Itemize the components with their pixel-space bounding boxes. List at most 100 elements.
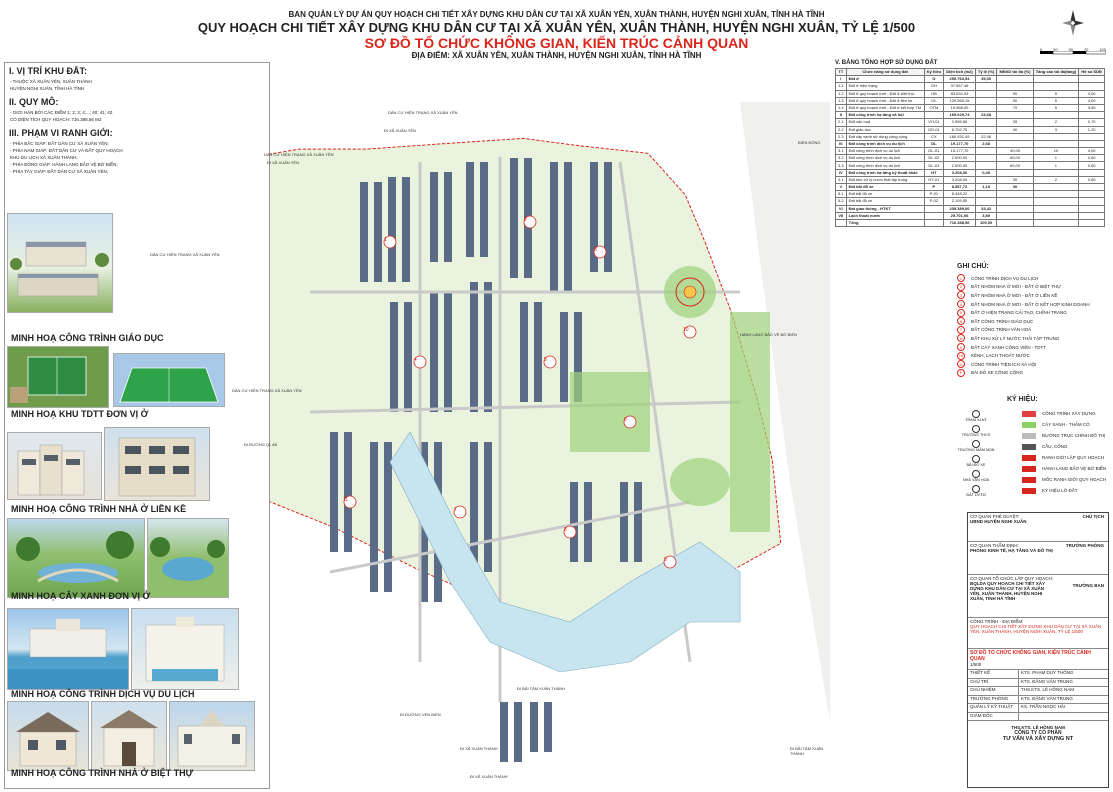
facility-label: TRƯỜNG THCS — [961, 433, 991, 437]
table-cell — [1032, 139, 1080, 149]
table-cell — [1032, 111, 1080, 120]
table-cell — [996, 139, 1034, 149]
table-cell: Đất bãi đỗ xe — [845, 197, 925, 206]
table-row: III Đất công trình dịch vụ du lịch DL 19.17… — [835, 139, 1105, 149]
table-row: 1.2 Đất ở quy hoạch mới - Đất ở biệt thự O… — [835, 89, 1105, 98]
land-use-table-title: V. BẢNG TỔNG HỢP SỬ DỤNG ĐẤT — [835, 60, 938, 66]
note-number: 10 — [957, 351, 965, 360]
table-cell: 3.1 — [835, 147, 847, 156]
note-text: CÔNG TRÌNH TIỆN ÍCH XÃ HỘI — [971, 361, 1037, 367]
section-boundary-line: - PHÍA TÂY GIÁP: ĐẤT DÂN CƯ XÃ XUÂN YÊN; — [10, 169, 109, 174]
staff-row: TRƯỞNG PHÒNG KTS. ĐẶNG VĂN TRUNG — [968, 695, 1108, 704]
table-cell: VI — [835, 204, 847, 213]
note-item: 11 CÔNG TRÌNH TIỆN ÍCH XÃ HỘI — [957, 360, 1107, 369]
table-cell: 3.2 — [835, 154, 847, 163]
staff-row: GIÁM ĐỐC — [968, 712, 1108, 721]
table-cell: O — [923, 75, 945, 84]
table-cell: 37.567,46 — [943, 82, 976, 91]
facility-label: BÃI ĐỖ XE — [966, 463, 986, 467]
staff-row: CHỦ TRÌ KTS. ĐẶNG VĂN TRUNG — [968, 678, 1108, 687]
table-cell — [974, 154, 998, 163]
note-number: 3 — [957, 291, 965, 300]
section-boundary-line: KHU DU LỊCH XÃ XUÂN THÀNH; — [10, 155, 78, 160]
table-cell: 3 — [1032, 125, 1080, 134]
staff-name: THS.KTS. LÊ HỒNG NAM — [1021, 687, 1075, 692]
table-cell — [1078, 132, 1105, 141]
col-header: TT — [835, 67, 847, 77]
scale-tick: 50 — [1068, 47, 1073, 52]
section-boundary-line: - PHÍA NAM GIÁP: ĐẤT DÂN CƯ VÀ ĐẤT QUY H… — [10, 148, 123, 153]
table-cell: 5.2 — [835, 197, 847, 206]
table-row: 1.1 Đất ở hiện trạng OH 37.567,46 — [835, 82, 1105, 91]
notes-panel: GHI CHÚ: 1 CÔNG TRÌNH DỊCH VỤ DU LỊCH 2 ĐẤT… — [957, 263, 1107, 381]
facility-icon — [972, 470, 980, 478]
note-item: 8 ĐẤT KHU XỬ LÝ NƯỚC THẢI TẬP TRUNG — [957, 334, 1107, 343]
title-block: CƠ QUAN PHÊ DUYỆT: UBND HUYỆN NGHI XUÂN … — [967, 512, 1109, 788]
table-cell: Đất công trình dịch vụ du lịch — [845, 147, 925, 156]
table-cell: 1.4 — [835, 103, 847, 113]
approve-role: CHỦ TỊCH — [1082, 514, 1105, 519]
caption-townhouse: MINH HOẠ CÔNG TRÌNH NHÀ Ở LIỀN KỀ — [11, 504, 187, 514]
note-item: 3 ĐẤT NHÓM NHÀ Ở MỚI - ĐẤT Ở LIỀN KỀ — [957, 291, 1107, 300]
table-cell: I — [835, 75, 847, 84]
table-cell: Đất giáo dục — [845, 125, 925, 134]
table-cell — [996, 168, 1034, 177]
table-row: 3.2 Đất công trình dịch vụ du lịch DL-02 2.… — [835, 154, 1105, 163]
section-boundary-line: - PHÍA ĐÔNG GIÁP: HÀNH LANG BẢO VỆ BỜ BI… — [10, 162, 118, 167]
note-number: 4 — [957, 300, 965, 309]
scale-bar: 0 20 50 70 100 — [1040, 43, 1107, 55]
symbol-label: CẦU, CỐNG — [1042, 444, 1068, 449]
table-row: VII Lạch thoát nước 25.701,06 3,59 — [835, 211, 1105, 220]
facility-icon — [972, 455, 980, 463]
table-cell: 1.995,50 — [943, 118, 976, 127]
note-text: ĐẤT NHÓM NHÀ Ở MỚI - ĐẤT Ở KẾT HỢP KINH … — [971, 301, 1090, 307]
note-item: 5 ĐẤT Ở HIỆN TRẠNG CẢI TẠO, CHỈNH TRANG — [957, 308, 1107, 317]
map-label: ĐI BÃI TẮM XUÂN THÀNH — [517, 686, 566, 691]
table-cell — [923, 111, 945, 120]
zone-number: 9 — [664, 557, 667, 563]
table-cell: 100,00 — [974, 218, 998, 228]
table-cell — [1078, 211, 1105, 220]
table-row: Tổng 716.388,56 100,00 — [835, 218, 1105, 228]
table-cell: 5 — [1032, 96, 1080, 105]
table-cell: 60,00 — [996, 154, 1034, 163]
table-cell: P — [923, 182, 945, 192]
table-cell — [1078, 82, 1105, 91]
illustration-tourism-image — [131, 608, 239, 690]
staff-role: CHỦ NHIỆM — [968, 687, 1019, 695]
zone-number: 10 — [683, 327, 689, 333]
table-row: 1.3 Đất ở quy hoạch mới - Đất ở liền kề OL… — [835, 96, 1105, 105]
note-text: ĐẤT CÔNG TRÌNH VĂN HOÁ — [971, 327, 1032, 333]
note-item: 10 KÊNH, LẠCH THOÁT NƯỚC — [957, 351, 1107, 360]
table-row: IV Đất công trình hạ tầng kỹ thuật khác HT… — [835, 168, 1105, 177]
table-row: 4.1 Đất khu xử lý nước thải tập trung HT-0… — [835, 175, 1105, 185]
table-cell: Đất khu xử lý nước thải tập trung — [845, 175, 925, 185]
table-cell — [1078, 204, 1105, 213]
table-cell: IV — [835, 168, 847, 177]
note-text: ĐẤT CÔNG TRÌNH GIÁO DỤC — [971, 318, 1034, 324]
table-cell — [1078, 111, 1105, 120]
table-cell: 1 — [1032, 154, 1080, 163]
table-row: 2.3 Đất cây xanh sử dụng công cộng CX 160.9… — [835, 132, 1105, 141]
table-cell: III — [835, 139, 847, 149]
table-cell — [1032, 218, 1080, 228]
map-label: DÂN CƯ HIỆN TRẠNG XÃ XUÂN YÊN — [232, 388, 302, 393]
zone-number: 6 — [624, 417, 627, 423]
table-cell — [923, 211, 945, 220]
table-cell: 3.208,00 — [943, 175, 976, 185]
facility-label: NHÀ VĂN HOÁ — [962, 478, 990, 482]
symbol-item: KÝ HIỆU LÔ ĐẤT — [1022, 485, 1112, 496]
table-cell: 3,59 — [974, 211, 998, 220]
table-cell: II — [835, 111, 847, 120]
symbol-label: CÂY XANH - THẢM CỎ — [1042, 422, 1090, 427]
table-row: I Đất ở O 250.763,54 35,00 — [835, 75, 1105, 84]
symbol-facility: ĐẤT DVTM — [957, 485, 995, 500]
table-cell — [974, 89, 998, 98]
table-cell — [1032, 182, 1080, 192]
table-cell: 0,45 — [974, 168, 998, 177]
table-cell: DL-02 — [923, 154, 945, 163]
note-text: ĐẤT NHÓM NHÀ Ở MỚI - ĐẤT Ở BIỆT THỰ — [971, 284, 1062, 290]
staff-role: QUẢN LÝ KỸ THUẬT — [968, 704, 1019, 712]
symbol-swatch — [1022, 487, 1036, 494]
table-cell: 0,70 — [1078, 118, 1105, 127]
